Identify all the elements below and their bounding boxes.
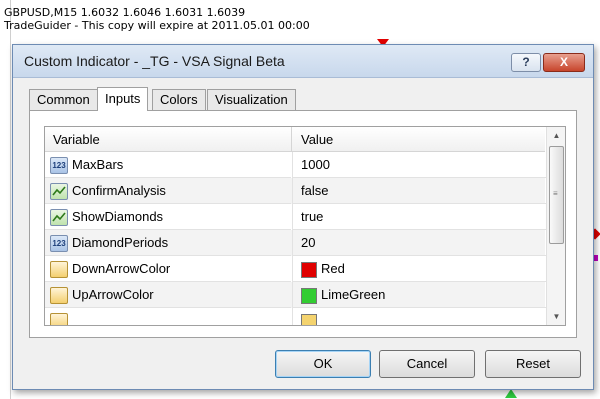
variable-name: DiamondPeriods: [72, 235, 169, 250]
color-type-icon: [50, 287, 68, 304]
ok-button[interactable]: OK: [275, 350, 371, 378]
table-row[interactable]: UpArrowColor LimeGreen: [45, 282, 546, 308]
tab-colors[interactable]: Colors: [152, 89, 206, 110]
reset-button[interactable]: Reset: [485, 350, 581, 378]
color-swatch: [301, 288, 317, 304]
value-text: 20: [301, 235, 316, 250]
color-type-icon: [50, 313, 68, 325]
color-swatch: [301, 314, 317, 325]
tab-visualization[interactable]: Visualization: [207, 89, 296, 110]
color-swatch: [301, 262, 317, 278]
chart-symbol-line: GBPUSD,M15 1.6032 1.6046 1.6031 1.6039: [4, 6, 246, 19]
variable-cell: DownArrowColor: [45, 256, 291, 282]
column-header-variable[interactable]: Variable: [53, 132, 100, 147]
number-type-icon: 123: [50, 235, 68, 252]
dialog-titlebar: Custom Indicator - _TG - VSA Signal Beta…: [13, 45, 593, 78]
value-text: LimeGreen: [321, 287, 386, 302]
scroll-thumb[interactable]: ≡: [549, 146, 564, 244]
variable-cell: [45, 308, 291, 325]
value-text: false: [301, 183, 329, 198]
tab-inputs[interactable]: Inputs: [97, 87, 149, 111]
up-arrow-signal-icon: [505, 389, 517, 398]
vertical-scrollbar[interactable]: ▲ ≡ ▼: [546, 127, 565, 325]
bool-type-icon: [50, 183, 68, 200]
variable-cell: 123 MaxBars: [45, 152, 291, 178]
color-type-icon: [50, 261, 68, 278]
dialog-title: Custom Indicator - _TG - VSA Signal Beta: [24, 53, 285, 69]
value-text: 1000: [301, 157, 330, 172]
grid-header: Variable Value: [45, 127, 545, 152]
table-row[interactable]: 123 DiamondPeriods 20: [45, 230, 546, 256]
table-row[interactable]: DownArrowColor Red: [45, 256, 546, 282]
value-cell[interactable]: LimeGreen: [292, 282, 546, 308]
value-cell[interactable]: 20: [292, 230, 546, 256]
table-row[interactable]: ConfirmAnalysis false: [45, 178, 546, 204]
value-cell[interactable]: [292, 308, 546, 325]
variable-name: ConfirmAnalysis: [72, 183, 166, 198]
variable-cell: ShowDiamonds: [45, 204, 291, 230]
variable-name: UpArrowColor: [72, 287, 154, 302]
inputs-panel: Variable Value 123 MaxBars 1000 ConfirmA…: [29, 110, 577, 338]
value-text: Red: [321, 261, 345, 276]
tab-common[interactable]: Common: [29, 89, 98, 110]
variable-cell: UpArrowColor: [45, 282, 291, 308]
variable-name: ShowDiamonds: [72, 209, 164, 224]
scroll-up-arrow-icon[interactable]: ▲: [547, 127, 565, 144]
variable-cell: 123 DiamondPeriods: [45, 230, 291, 256]
value-cell[interactable]: false: [292, 178, 546, 204]
value-text: true: [301, 209, 324, 224]
custom-indicator-dialog: Custom Indicator - _TG - VSA Signal Beta…: [12, 44, 594, 390]
cancel-button[interactable]: Cancel: [379, 350, 475, 378]
chart-header: GBPUSD,M15 1.6032 1.6046 1.6031 1.6039 T…: [4, 6, 310, 32]
table-row[interactable]: ShowDiamonds true: [45, 204, 546, 230]
variable-name: MaxBars: [72, 157, 124, 172]
number-type-icon: 123: [50, 157, 68, 174]
column-header-value[interactable]: Value: [301, 132, 333, 147]
chart-expiry-line: TradeGuider - This copy will expire at 2…: [4, 19, 310, 32]
grip-icon: ≡: [553, 189, 558, 198]
value-cell[interactable]: 1000: [292, 152, 546, 178]
inputs-grid: Variable Value 123 MaxBars 1000 ConfirmA…: [44, 126, 566, 326]
table-row-partial[interactable]: [45, 308, 546, 325]
chart-left-edge: [0, 0, 11, 399]
bool-type-icon: [50, 209, 68, 226]
help-button[interactable]: ?: [511, 53, 541, 72]
value-cell[interactable]: Red: [292, 256, 546, 282]
value-cell[interactable]: true: [292, 204, 546, 230]
scroll-down-arrow-icon[interactable]: ▼: [547, 308, 565, 325]
column-divider[interactable]: [291, 127, 292, 151]
variable-cell: ConfirmAnalysis: [45, 178, 291, 204]
close-button[interactable]: X: [543, 53, 585, 72]
variable-name: DownArrowColor: [72, 261, 171, 276]
table-row[interactable]: 123 MaxBars 1000: [45, 152, 546, 178]
